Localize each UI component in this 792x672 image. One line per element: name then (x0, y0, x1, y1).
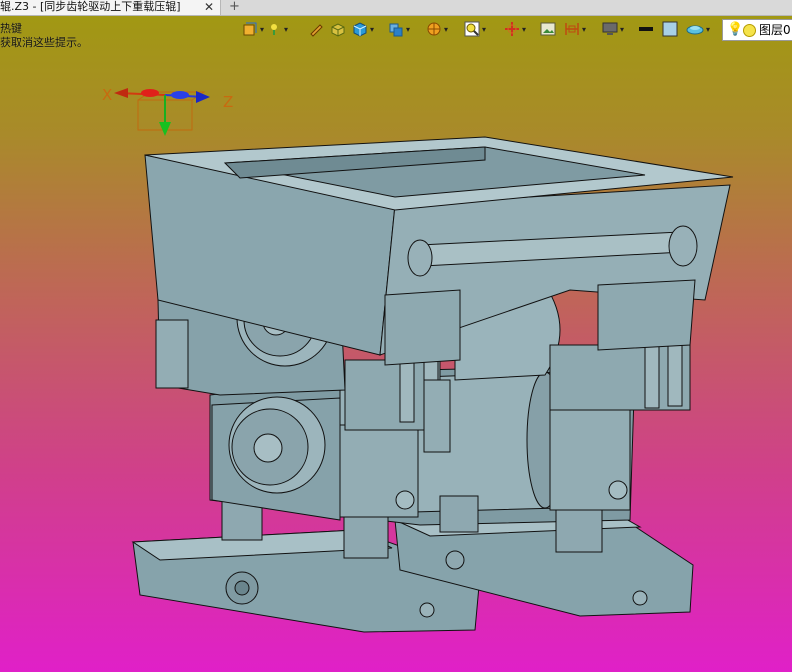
column-4 (555, 505, 603, 553)
tie-rod-end-right (668, 225, 698, 267)
base-flange-hub (234, 580, 250, 596)
roller-press-model[interactable] (131, 136, 734, 633)
x-axis-arrow-icon (114, 88, 128, 98)
z-axis-label: Z (223, 93, 233, 111)
tie-rod-end-left (407, 239, 433, 277)
block-knob-1 (395, 490, 415, 510)
y-axis-arrow-icon (159, 122, 171, 136)
x-axis-label: X (102, 86, 112, 104)
base-plug-1 (419, 602, 435, 618)
3d-viewport[interactable]: 辊.Z3 - [同步齿轮驱动上下重载压辊] ✕ + 热键 获取消这些提示。 ▾ … (0, 0, 792, 672)
base-plug-2 (632, 590, 648, 606)
column-3 (439, 495, 479, 533)
clamp-left (155, 319, 189, 389)
axis-triad: X Z (102, 86, 233, 136)
upper-block-right (597, 279, 696, 351)
model-canvas: X Z (102, 86, 734, 633)
upper-block-left (384, 289, 461, 366)
clamp-4 (667, 337, 683, 407)
tab-down (423, 379, 451, 453)
z-axis-handle[interactable] (171, 91, 189, 99)
lower-gear-hub (253, 433, 283, 463)
x-axis-handle[interactable] (141, 89, 159, 97)
clamp-3 (644, 339, 660, 409)
base-plug-3 (445, 550, 465, 570)
block-knob-2 (608, 480, 628, 500)
